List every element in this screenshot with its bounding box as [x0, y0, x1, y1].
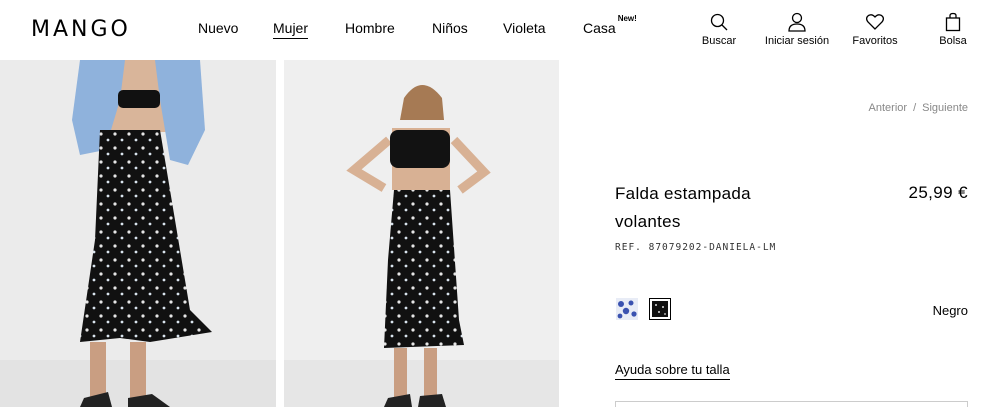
color-swatch-blue-print-image — [616, 298, 638, 320]
size-help-link[interactable]: Ayuda sobre tu talla — [615, 362, 730, 380]
site-header: MANGO Nuevo Mujer Hombre Niños Violeta C… — [0, 0, 987, 60]
nav-item-hombre[interactable]: Hombre — [345, 20, 395, 36]
selected-color-name: Negro — [932, 303, 968, 318]
nav-item-casa[interactable]: CasaNew! — [583, 14, 637, 36]
new-badge: New! — [617, 14, 637, 24]
login-button[interactable]: Iniciar sesión — [762, 12, 832, 47]
favorites-label: Favoritos — [852, 35, 898, 47]
nav-item-casa-label: Casa — [583, 20, 616, 36]
product-info-panel: Anterior / Siguiente Falda estampada volan… — [560, 60, 987, 407]
product-photo-2-image — [284, 60, 559, 407]
color-swatch-black-print[interactable] — [649, 298, 671, 320]
product-price: 25,99 € — [908, 183, 968, 202]
product-ref: REF. 87079202-DANIELA-LM — [615, 242, 777, 253]
user-icon — [788, 12, 806, 32]
next-link[interactable]: Siguiente — [922, 102, 968, 114]
prev-link[interactable]: Anterior — [869, 102, 908, 114]
product-photo-2[interactable] — [284, 60, 559, 407]
product-pager: Anterior / Siguiente — [869, 102, 968, 114]
nav-item-nuevo[interactable]: Nuevo — [198, 20, 238, 36]
favorites-button[interactable]: Favoritos — [850, 12, 900, 47]
search-button[interactable]: Buscar — [700, 12, 738, 47]
mango-logo[interactable]: MANGO — [31, 17, 131, 42]
nav-item-mujer[interactable]: Mujer — [273, 20, 309, 39]
product-title: Falda estampada volantes — [615, 184, 751, 231]
color-swatch-blue-print[interactable] — [616, 298, 638, 320]
search-icon — [710, 13, 728, 31]
nav-item-violeta[interactable]: Violeta — [503, 20, 546, 36]
product-photo-1[interactable] — [0, 60, 276, 407]
bag-label: Bolsa — [939, 35, 967, 47]
nav-item-ninos[interactable]: Niños — [432, 20, 468, 36]
search-label: Buscar — [701, 35, 737, 47]
bag-icon — [945, 12, 961, 32]
login-label: Iniciar sesión — [764, 35, 830, 47]
product-photo-1-image — [0, 60, 276, 407]
heart-icon — [865, 14, 885, 30]
color-swatch-black-print-image — [652, 301, 668, 317]
size-select[interactable] — [615, 401, 968, 407]
bag-button[interactable]: Bolsa — [937, 12, 969, 47]
pager-separator: / — [913, 102, 917, 114]
